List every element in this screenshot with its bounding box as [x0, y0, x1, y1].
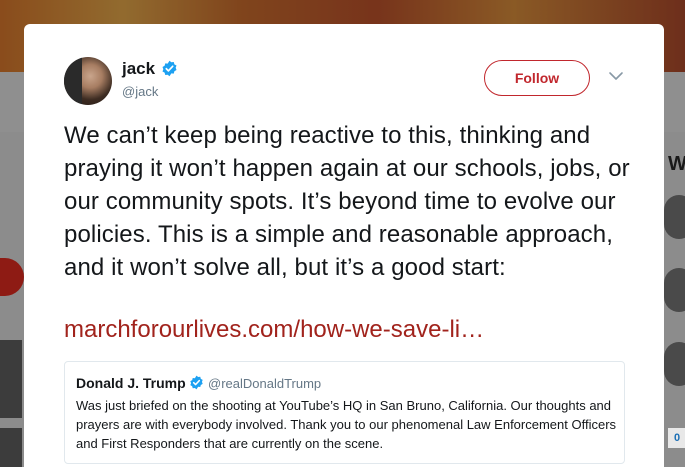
chevron-down-icon[interactable]	[608, 70, 624, 82]
quoted-tweet-text: Was just briefed on the shooting at YouT…	[76, 398, 617, 451]
tweet-text: We can’t keep being reactive to this, th…	[64, 122, 630, 281]
background-thumbnail	[0, 340, 22, 418]
background-avatar	[664, 268, 685, 312]
follow-button[interactable]: Follow	[484, 60, 590, 96]
quoted-tweet[interactable]: Donald J. Trump @realDonaldTrump Was jus…	[64, 361, 625, 464]
author-name[interactable]: jack	[122, 59, 155, 79]
background-avatar	[664, 342, 685, 386]
quoted-author-handle: @realDonaldTrump	[208, 376, 322, 391]
background-thumbnail	[0, 428, 22, 467]
background-avatar	[664, 195, 685, 239]
tweet-link[interactable]: marchforourlives.com/how-we-save-li…	[64, 313, 484, 346]
tweet-modal: jack @jack Follow We can’t keep being re…	[24, 24, 664, 467]
verified-badge-icon	[190, 375, 203, 390]
background-right-heading: W	[668, 153, 685, 175]
avatar[interactable]	[64, 57, 112, 105]
verified-badge-icon	[162, 60, 177, 77]
quoted-author-name: Donald J. Trump	[76, 375, 186, 391]
author-handle[interactable]: @jack	[122, 84, 158, 99]
background-badge: 0	[668, 428, 685, 448]
